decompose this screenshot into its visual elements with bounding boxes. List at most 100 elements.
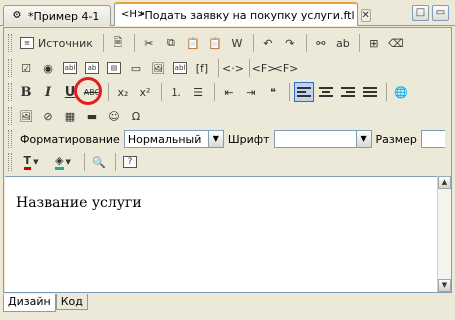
- separator: [218, 59, 219, 77]
- paint-bucket-icon: ◈: [55, 154, 64, 170]
- cut-button[interactable]: ✂: [139, 33, 159, 53]
- superscript-button[interactable]: x²: [135, 82, 155, 102]
- quote-icon: ❝: [270, 85, 276, 99]
- special-char-button[interactable]: Ω: [126, 106, 146, 126]
- gear-icon: ⚙: [12, 10, 22, 21]
- insert-flash-button[interactable]: ⊘: [38, 106, 58, 126]
- macro-button[interactable]: <·>: [222, 58, 244, 78]
- strike-button[interactable]: ABC: [82, 82, 102, 102]
- maximize-button[interactable]: □: [412, 5, 429, 21]
- tab-code[interactable]: Код: [55, 294, 88, 310]
- align-right-icon: [341, 85, 355, 99]
- underline-button[interactable]: U: [60, 82, 80, 102]
- undo-button[interactable]: ↶: [258, 33, 278, 53]
- select-field-icon: ▤: [107, 62, 121, 74]
- align-center-button[interactable]: [316, 82, 336, 102]
- paste-button[interactable]: 📋: [183, 33, 203, 53]
- horizontal-rule-button[interactable]: ▬: [82, 106, 102, 126]
- globe-link-icon: 🌐: [394, 85, 408, 99]
- insert-image-button[interactable]: 🖼: [16, 106, 36, 126]
- format-select[interactable]: Нормальный ▼: [123, 130, 224, 148]
- scroll-down-icon[interactable]: ▼: [438, 279, 451, 292]
- tab-design[interactable]: Дизайн: [3, 294, 56, 312]
- image-button-button[interactable]: 🖼: [148, 58, 168, 78]
- bullet-list-button[interactable]: ☰: [188, 82, 208, 102]
- freemarker-tag-button[interactable]: <F>: [252, 58, 277, 78]
- subscript-button[interactable]: x₂: [113, 82, 133, 102]
- blockquote-button[interactable]: ❝: [263, 82, 283, 102]
- size-select[interactable]: [420, 130, 445, 148]
- freemarker-expr-button[interactable]: <F>: [274, 58, 299, 78]
- chevron-down-icon[interactable]: ▼: [355, 131, 371, 147]
- checkbox-button[interactable]: ☑: [16, 58, 36, 78]
- ordered-list-button[interactable]: ⒈: [166, 82, 186, 102]
- toolbar-grip[interactable]: [8, 130, 12, 148]
- separator: [386, 83, 387, 101]
- hidden-field-button[interactable]: abl: [170, 58, 190, 78]
- text-color-icon: T: [23, 154, 32, 170]
- textarea-button[interactable]: ab: [82, 58, 102, 78]
- select-all-button[interactable]: ⊞: [364, 33, 384, 53]
- form-button-button[interactable]: ▭: [126, 58, 146, 78]
- vertical-scrollbar[interactable]: ▲ ▼: [437, 176, 451, 292]
- source-icon: ≡: [20, 37, 34, 49]
- clipboard-icon: 📋: [186, 36, 200, 50]
- form-tag-button[interactable]: [f]: [192, 58, 212, 78]
- indent-button[interactable]: ⇥: [241, 82, 261, 102]
- link-button[interactable]: 🌐: [391, 82, 411, 102]
- redo-button[interactable]: ↷: [280, 33, 300, 53]
- toolbar-grip[interactable]: [8, 34, 12, 52]
- outdent-button[interactable]: ⇤: [219, 82, 239, 102]
- toolbar-grip[interactable]: [8, 59, 12, 77]
- find-button[interactable]: ⚯: [311, 33, 331, 53]
- separator: [84, 153, 85, 171]
- smiley-button[interactable]: ☺: [104, 106, 124, 126]
- select-field-button[interactable]: ▤: [104, 58, 124, 78]
- tab-service-request-ftl[interactable]: <H> *Подать заявку на покупку услуги.ftl…: [114, 2, 371, 26]
- button-icon: ▭: [130, 61, 142, 75]
- replace-button[interactable]: ab: [333, 33, 353, 53]
- align-left-button[interactable]: [294, 82, 314, 102]
- paste-text-button[interactable]: 📋: [205, 33, 225, 53]
- align-right-button[interactable]: [338, 82, 358, 102]
- radio-icon: ◉: [43, 61, 53, 75]
- smiley-icon: ☺: [108, 109, 120, 123]
- editor-content-area[interactable]: Название услуги: [5, 176, 439, 292]
- background-color-button[interactable]: ◈ ▼: [48, 152, 78, 172]
- clipboard-word-icon: W: [231, 36, 243, 50]
- tab-label: *Пример 4-1: [28, 9, 100, 23]
- close-icon[interactable]: ✕: [360, 8, 371, 22]
- tab-example-4-1[interactable]: ⚙ *Пример 4-1: [3, 5, 111, 26]
- source-button[interactable]: ≡ Источник: [16, 33, 97, 53]
- scroll-up-icon[interactable]: ▲: [438, 176, 451, 189]
- chevron-down-icon[interactable]: ▼: [207, 131, 223, 147]
- text-field-button[interactable]: abl: [60, 58, 80, 78]
- horizontal-rule-icon: ▬: [86, 109, 98, 123]
- checkbox-icon: ☑: [21, 61, 31, 75]
- new-page-button[interactable]: 🗎: [108, 33, 128, 53]
- bold-button[interactable]: B: [16, 82, 36, 102]
- help-button[interactable]: ?: [120, 152, 140, 172]
- toolbar-grip[interactable]: [8, 153, 12, 171]
- scissors-icon: ✂: [144, 36, 154, 50]
- italic-button[interactable]: I: [38, 82, 58, 102]
- indent-icon: ⇥: [246, 85, 256, 99]
- toolbar-grip[interactable]: [8, 107, 12, 125]
- minimize-button[interactable]: ▭: [432, 5, 449, 21]
- font-label: Шрифт: [227, 132, 270, 146]
- preview-button[interactable]: 🔍: [89, 152, 109, 172]
- text-color-button[interactable]: T ▼: [16, 152, 46, 172]
- text-field-icon: abl: [63, 62, 77, 74]
- insert-table-button[interactable]: ▦: [60, 106, 80, 126]
- copy-button[interactable]: ⧉: [161, 33, 181, 53]
- toolbar-row-6: T ▼ ◈ ▼ 🔍 ?: [8, 151, 447, 173]
- font-select[interactable]: ▼: [273, 130, 372, 148]
- remove-format-button[interactable]: ⌫: [386, 33, 406, 53]
- tab-label: *Подать заявку на покупку услуги.ftl: [139, 8, 355, 22]
- paste-word-button[interactable]: W: [227, 33, 247, 53]
- toolbar-grip[interactable]: [8, 83, 12, 101]
- content-text[interactable]: Название услуги: [16, 195, 439, 211]
- radio-button[interactable]: ◉: [38, 58, 58, 78]
- align-justify-button[interactable]: [360, 82, 380, 102]
- toolbar-row-5: Форматирование Нормальный ▼ Шрифт ▼ Разм…: [8, 128, 447, 150]
